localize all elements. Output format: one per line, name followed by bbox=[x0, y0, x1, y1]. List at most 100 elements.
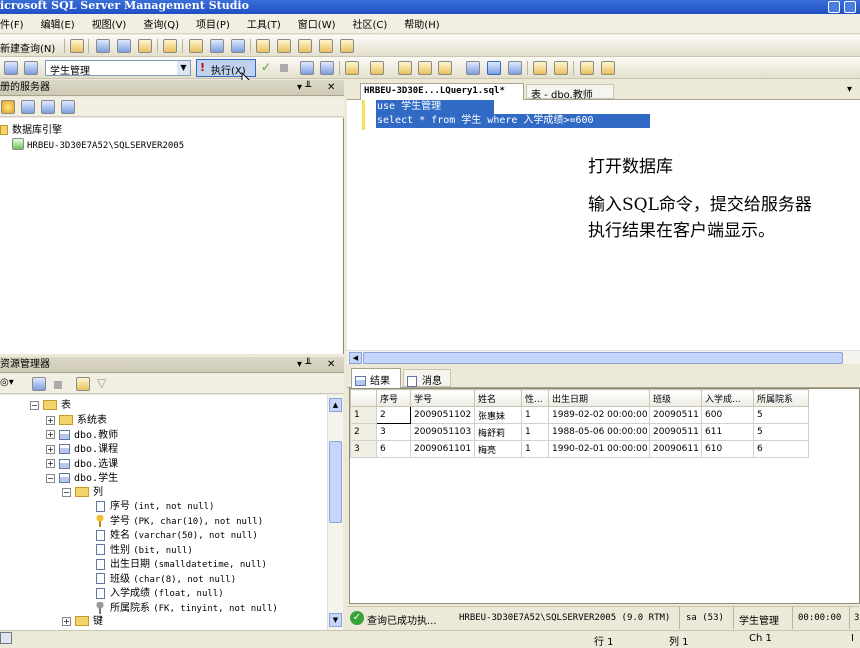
save-all-icon[interactable] bbox=[231, 39, 245, 53]
expand-icon[interactable]: + bbox=[46, 444, 55, 454]
tab-messages[interactable]: 消息 bbox=[403, 369, 451, 387]
menu-item-3[interactable]: 查询(Q) bbox=[143, 16, 179, 31]
parse-checkmark-icon[interactable]: ✓ bbox=[261, 60, 271, 74]
grid-cell[interactable]: 梅舒莉 bbox=[474, 423, 522, 441]
tab-table-teacher[interactable]: 表 - dbo.教师 bbox=[526, 84, 614, 101]
collapse-icon[interactable]: − bbox=[46, 473, 55, 483]
template-explorer-icon[interactable] bbox=[298, 39, 312, 53]
tree-item-column[interactable]: 性别 (bit, null) bbox=[96, 544, 193, 558]
database-select[interactable]: 学生管理 ▼ bbox=[45, 60, 191, 77]
expand-icon[interactable]: + bbox=[46, 415, 55, 425]
uncomment-icon[interactable] bbox=[554, 61, 568, 75]
column-header[interactable]: 性... bbox=[521, 389, 549, 407]
tree-item-keys[interactable]: + 键 bbox=[62, 615, 103, 628]
scroll-down-icon[interactable]: ▼ bbox=[329, 613, 342, 627]
analysis-services-icon[interactable] bbox=[21, 100, 35, 114]
tree-item-database-engine[interactable]: 数据库引擎 bbox=[0, 121, 62, 136]
menu-item-8[interactable]: 帮助(H) bbox=[404, 16, 439, 31]
grid-cell[interactable]: 5 bbox=[753, 406, 809, 424]
change-connection-icon[interactable] bbox=[24, 61, 38, 75]
comment-icon[interactable] bbox=[533, 61, 547, 75]
new-file-icon[interactable] bbox=[163, 39, 177, 53]
editor-hscrollbar[interactable]: ◀ bbox=[347, 350, 860, 364]
pin-icon[interactable]: ▾ ╨ bbox=[297, 80, 311, 96]
grid-cell[interactable]: 1990-02-01 00:00:00 bbox=[548, 440, 650, 458]
grid-cell[interactable]: 梅亮 bbox=[474, 440, 522, 458]
intellisense-icon[interactable] bbox=[370, 61, 384, 75]
scroll-up-icon[interactable]: ▲ bbox=[329, 398, 342, 412]
cancel-query-icon[interactable] bbox=[280, 64, 288, 72]
estimated-plan-icon[interactable] bbox=[300, 61, 314, 75]
grid-cell[interactable]: 6 bbox=[376, 440, 411, 458]
close-icon[interactable]: ✕ bbox=[327, 80, 335, 96]
decrease-indent-icon[interactable] bbox=[580, 61, 594, 75]
tree-item-columns[interactable]: − 列 bbox=[62, 486, 103, 499]
table-row[interactable]: 3 6 2009061101 梅亮 1 1990-02-01 00:00:00 200906… bbox=[350, 440, 809, 458]
tree-item-column[interactable]: 出生日期 (smalldatetime, null) bbox=[96, 558, 267, 572]
grid-cell[interactable]: 2009061101 bbox=[410, 440, 475, 458]
column-header[interactable]: 入学成... bbox=[701, 389, 754, 407]
toolbox-icon[interactable] bbox=[340, 39, 354, 53]
grid-cell[interactable]: 611 bbox=[701, 423, 754, 441]
tree-item-column[interactable]: 序号 (int, not null) bbox=[96, 500, 214, 514]
save-icon[interactable] bbox=[210, 39, 224, 53]
tree-item-column[interactable]: 姓名 (varchar(50), not null) bbox=[96, 529, 258, 543]
refresh-icon[interactable] bbox=[76, 377, 90, 391]
menu-item-7[interactable]: 社区(C) bbox=[353, 16, 388, 31]
minimize-button[interactable] bbox=[828, 1, 840, 13]
grid-cell[interactable]: 5 bbox=[753, 423, 809, 441]
tree-item-server[interactable]: HRBEU-3D30E7A52\SQLSERVER2005 bbox=[12, 136, 184, 151]
column-header[interactable]: 出生日期 bbox=[548, 389, 650, 407]
filter-icon[interactable]: ▽ bbox=[97, 376, 106, 390]
column-header[interactable]: 所属院系 bbox=[753, 389, 809, 407]
properties-icon[interactable] bbox=[319, 39, 333, 53]
expand-icon[interactable]: + bbox=[62, 616, 71, 626]
grid-cell[interactable]: 20090511 bbox=[649, 423, 702, 441]
scroll-thumb[interactable] bbox=[329, 441, 342, 523]
explorer-scrollbar[interactable]: ▲ ▼ bbox=[327, 395, 343, 631]
results-grid-icon[interactable] bbox=[466, 61, 480, 75]
grid-cell[interactable]: 600 bbox=[701, 406, 754, 424]
tree-item-column[interactable]: 班级 (char(8), not null) bbox=[96, 573, 236, 587]
column-header[interactable]: 班级 bbox=[649, 389, 702, 407]
column-header[interactable]: 序号 bbox=[376, 389, 411, 407]
open-file-icon[interactable] bbox=[189, 39, 203, 53]
query-designer-icon[interactable] bbox=[320, 61, 334, 75]
connect-dropdown[interactable]: ◎▾ bbox=[0, 377, 14, 388]
tree-item-table[interactable]: + 系统表 bbox=[46, 414, 107, 427]
results-text-icon[interactable] bbox=[438, 61, 452, 75]
hscroll-thumb[interactable] bbox=[363, 352, 843, 364]
grid-cell[interactable]: 1988-05-06 00:00:00 bbox=[548, 423, 650, 441]
column-header[interactable]: 姓名 bbox=[474, 389, 522, 407]
grid-cell[interactable]: 610 bbox=[701, 440, 754, 458]
chevron-down-icon[interactable]: ▼ bbox=[177, 61, 190, 75]
specify-values-icon[interactable] bbox=[345, 61, 359, 75]
increase-indent-icon[interactable] bbox=[601, 61, 615, 75]
grid-cell[interactable]: 6 bbox=[753, 440, 809, 458]
database-engine-query-icon[interactable] bbox=[70, 39, 84, 53]
column-header[interactable]: 学号 bbox=[410, 389, 475, 407]
include-plan-icon[interactable] bbox=[398, 61, 412, 75]
pin-icon[interactable]: ▾ ╨ bbox=[297, 357, 311, 373]
expand-icon[interactable]: + bbox=[46, 430, 55, 439]
tree-item-column[interactable]: 学号 (PK, char(10), not null) bbox=[96, 514, 263, 529]
results-grid-selected-icon[interactable] bbox=[487, 61, 501, 75]
grid-cell[interactable]: 20090611 bbox=[649, 440, 702, 458]
connect-icon[interactable] bbox=[32, 377, 46, 391]
tree-item-column[interactable]: 入学成绩 (float, null) bbox=[96, 587, 224, 601]
analysis-query-icon[interactable] bbox=[96, 39, 110, 53]
tree-item-table[interactable]: + dbo.课程 bbox=[46, 443, 118, 456]
client-stats-icon[interactable] bbox=[418, 61, 432, 75]
results-file-icon[interactable] bbox=[508, 61, 522, 75]
grid-cell[interactable]: 1 bbox=[521, 423, 549, 441]
maximize-button[interactable] bbox=[844, 1, 856, 13]
grid-cell[interactable]: 1 bbox=[521, 406, 549, 424]
grid-cell[interactable]: 1 bbox=[521, 440, 549, 458]
grid-cell[interactable]: 20090511 bbox=[649, 406, 702, 424]
menu-item-0[interactable]: 件(F) bbox=[0, 16, 24, 31]
collapse-icon[interactable]: − bbox=[62, 487, 71, 497]
mdx-query-icon[interactable] bbox=[117, 39, 131, 53]
menu-item-6[interactable]: 窗口(W) bbox=[298, 16, 336, 31]
xmla-query-icon[interactable] bbox=[138, 39, 152, 53]
integration-services-icon[interactable] bbox=[61, 100, 75, 114]
